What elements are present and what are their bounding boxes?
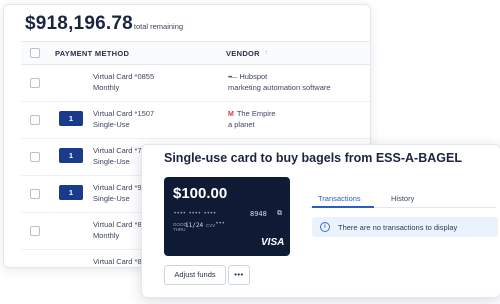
cvv-label: CVV xyxy=(206,223,216,228)
empire-logo-icon: M xyxy=(228,111,234,118)
visa-logo: VISA xyxy=(261,237,285,248)
detail-tabs: Transactions History xyxy=(310,185,496,208)
card-count-badge: 1 xyxy=(59,111,83,126)
card-type: Monthly xyxy=(93,231,120,240)
card-expiry: 11/24 xyxy=(185,222,204,229)
row-checkbox[interactable] xyxy=(30,115,40,125)
card-name: Virtual Card *7 xyxy=(93,146,142,155)
card-amount: $100.00 xyxy=(173,185,228,202)
sort-arrow-icon[interactable]: ↑ xyxy=(264,48,268,57)
card-name: Virtual Card *9 xyxy=(93,183,142,192)
vendor-name: •••— Hubspot xyxy=(228,72,268,81)
row-checkbox[interactable] xyxy=(30,189,40,199)
tab-history[interactable]: History xyxy=(391,194,414,203)
info-icon: i xyxy=(320,222,330,232)
vendor-description: marketing automation software xyxy=(228,83,331,92)
active-tab-indicator xyxy=(312,206,374,208)
table-header: PAYMENT METHOD VENDOR ↑ xyxy=(21,41,370,65)
vendor-description: a planet xyxy=(228,120,255,129)
card-name: Virtual Card *8 xyxy=(93,257,142,266)
row-checkbox[interactable] xyxy=(30,226,40,236)
card-detail-panel: Single-use card to buy bagels from ESS-A… xyxy=(141,144,500,298)
card-type: Single-Use xyxy=(93,157,130,166)
copy-icon[interactable]: ⧉ xyxy=(277,210,282,218)
good-thru-label: GOOD THRU xyxy=(173,222,187,232)
total-remaining-amount: $918,196.78 xyxy=(25,13,133,34)
total-remaining: $918,196.78total remaining xyxy=(25,13,183,35)
select-all-checkbox[interactable] xyxy=(30,48,40,58)
no-transactions-notice: i There are no transactions to display xyxy=(312,217,498,237)
table-row[interactable]: Virtual Card *0855 Monthly •••— Hubspot m… xyxy=(21,64,370,102)
card-count-badge: 1 xyxy=(59,148,83,163)
card-name: Virtual Card *0855 xyxy=(93,72,155,81)
row-checkbox[interactable] xyxy=(30,78,40,88)
column-header-vendor[interactable]: VENDOR xyxy=(226,49,260,58)
no-transactions-text: There are no transactions to display xyxy=(338,223,458,232)
hubspot-logo-icon: •••— xyxy=(228,75,237,81)
card-type: Monthly xyxy=(93,83,120,92)
card-type: Single-Use xyxy=(93,120,130,129)
column-header-payment-method[interactable]: PAYMENT METHOD xyxy=(55,49,129,58)
cvv-masked: ••• xyxy=(216,221,226,227)
card-count-badge: 1 xyxy=(59,185,83,200)
more-options-button[interactable]: ••• xyxy=(228,265,250,285)
card-detail-title: Single-use card to buy bagels from ESS-A… xyxy=(164,151,462,165)
tab-transactions[interactable]: Transactions xyxy=(318,194,361,203)
total-remaining-label: total remaining xyxy=(133,22,184,31)
virtual-card-visual: $100.00 •••• •••• •••• 8948 ⧉ GOOD THRU … xyxy=(164,177,290,256)
card-last4: 8948 xyxy=(250,210,267,218)
row-checkbox[interactable] xyxy=(30,152,40,162)
card-number-masked: •••• •••• •••• xyxy=(174,211,217,217)
card-type: Single-Use xyxy=(93,194,130,203)
card-name: Virtual Card *8 xyxy=(93,220,142,229)
table-row[interactable]: 1 Virtual Card *1507 Single-Use M The Emp… xyxy=(21,101,370,139)
card-name: Virtual Card *1507 xyxy=(93,109,155,118)
vendor-name: M The Empire xyxy=(228,109,276,118)
adjust-funds-button[interactable]: Adjust funds xyxy=(164,265,226,285)
